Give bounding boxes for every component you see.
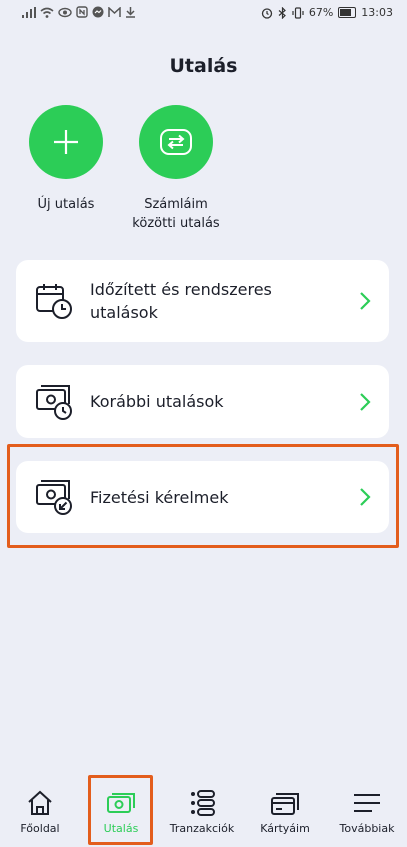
nav-label-home: Főoldal [20,822,60,835]
status-icons-right: 67% 13:03 [261,6,393,19]
battery-icon [338,7,357,18]
wifi-icon [40,7,54,18]
new-transfer-button[interactable]: Új utalás [11,105,121,214]
list-icon [162,788,242,818]
nfc-icon [76,6,88,18]
nav-label-transactions: Tranzakciók [169,822,235,835]
scheduled-transfers-label: Időzített és rendszeres utalások [90,278,355,324]
mail-icon [108,6,121,17]
nav-item-home[interactable]: Főoldal [0,788,80,835]
previous-transfers-card[interactable]: Korábbi utalások [16,365,389,438]
alarm-icon [261,7,272,19]
calendar-clock-icon [32,279,76,323]
download-icon [126,7,135,18]
scheduled-label-line1: Időzített és rendszeres [90,280,272,299]
messenger-icon [92,6,104,18]
new-transfer-circle[interactable] [29,105,103,179]
money-history-icon [32,380,76,424]
signal-icon [22,6,36,18]
bluetooth-icon [278,6,286,19]
own-accounts-transfer-circle[interactable] [139,105,213,179]
nav-item-more[interactable]: Továbbiak [327,788,407,835]
vibrate-icon [292,6,304,19]
menu-icon [327,788,407,818]
bottom-navigation: Főoldal Utalás Tranzakciók Kártyáim Tová… [0,778,407,847]
chevron-right-icon [360,392,371,411]
status-icons-left [22,6,136,18]
own-accounts-transfer-label: Számláim közötti utalás [121,195,231,233]
nav-item-cards[interactable]: Kártyáim [245,788,325,835]
home-icon [0,788,80,818]
cards-icon [245,788,325,818]
chevron-right-icon [360,292,371,310]
transfer-arrows-icon [160,129,192,155]
plus-icon [54,130,78,154]
own-accounts-label-line1: Számláim [144,197,208,212]
scheduled-label-line2: utalások [90,303,158,322]
nav-label-more: Továbbiak [339,822,395,835]
scheduled-transfers-card[interactable]: Időzített és rendszeres utalások [16,260,389,342]
nav-item-transactions[interactable]: Tranzakciók [162,788,242,835]
highlight-box-transfer-tab [88,775,153,845]
page-title: Utalás [169,55,238,77]
nav-label-cards: Kártyáim [260,822,310,835]
status-bar: 67% 13:03 [0,0,407,28]
battery-percent: 67% [308,6,334,19]
clock: 13:03 [361,6,393,19]
own-accounts-label-line2: közötti utalás [132,216,220,231]
new-transfer-label: Új utalás [37,197,95,212]
highlight-box-payment-requests [7,444,399,548]
eye-icon [58,7,72,17]
previous-transfers-label: Korábbi utalások [90,392,224,411]
own-accounts-transfer-button[interactable]: Számláim közötti utalás [121,105,231,233]
